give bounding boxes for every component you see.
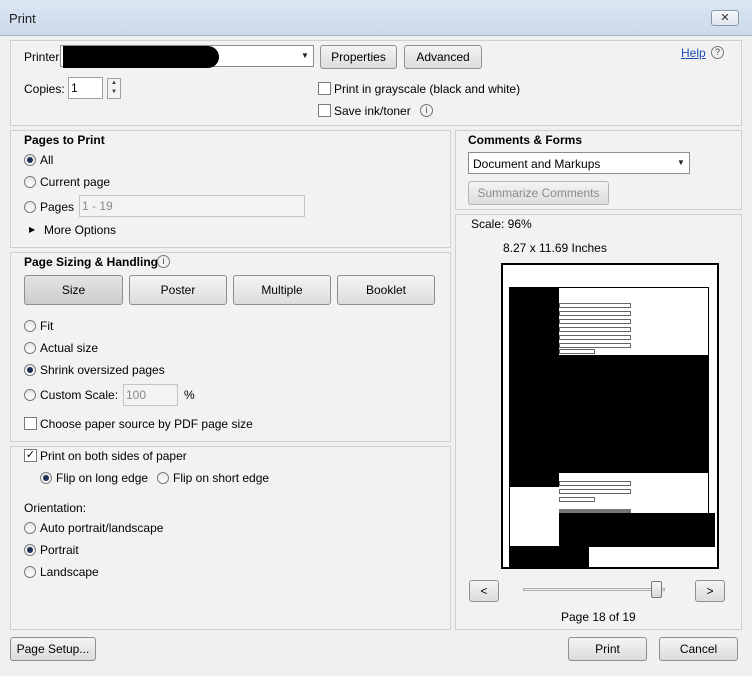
- save-ink-label: Save ink/toner: [334, 104, 411, 118]
- window-title: Print: [9, 11, 36, 26]
- actual-size-radio[interactable]: [24, 342, 36, 354]
- tab-poster[interactable]: Poster: [129, 275, 227, 305]
- grayscale-checkbox[interactable]: [318, 82, 331, 95]
- orientation-title: Orientation:: [24, 501, 87, 515]
- paper-source-checkbox[interactable]: [24, 417, 37, 430]
- portrait-radio[interactable]: [24, 544, 36, 556]
- print-button[interactable]: Print: [568, 637, 647, 661]
- duplex-checkbox[interactable]: ✓: [24, 449, 37, 462]
- prev-page-button[interactable]: <: [469, 580, 499, 602]
- current-page-radio[interactable]: [24, 176, 36, 188]
- tab-size[interactable]: Size: [24, 275, 123, 305]
- sizing-title: Page Sizing & Handling: [24, 255, 159, 269]
- summarize-comments-button[interactable]: Summarize Comments: [468, 181, 609, 205]
- printer-select[interactable]: ▼: [60, 45, 314, 68]
- help-icon[interactable]: ?: [711, 46, 724, 59]
- pages-range-input[interactable]: 1 - 19: [79, 195, 305, 217]
- pages-title: Pages to Print: [24, 133, 105, 147]
- auto-orientation-label: Auto portrait/landscape: [40, 521, 164, 535]
- chevron-down-icon[interactable]: ▼: [673, 153, 689, 173]
- properties-button[interactable]: Properties: [320, 45, 397, 69]
- comments-title: Comments & Forms: [468, 133, 583, 147]
- help-link[interactable]: Help: [681, 46, 706, 60]
- flip-long-label: Flip on long edge: [56, 471, 149, 485]
- page-setup-button[interactable]: Page Setup...: [10, 637, 96, 661]
- chevron-down-icon[interactable]: ▼: [297, 46, 313, 66]
- zoom-slider-track[interactable]: [523, 588, 665, 591]
- pages-label: Pages: [40, 200, 75, 214]
- actual-size-label: Actual size: [40, 341, 99, 355]
- custom-scale-radio[interactable]: [24, 389, 36, 401]
- redaction: [63, 46, 219, 68]
- flip-short-radio[interactable]: [157, 472, 169, 484]
- custom-scale-label: Custom Scale:: [40, 388, 119, 402]
- zoom-slider-thumb[interactable]: [650, 581, 662, 598]
- tab-multiple[interactable]: Multiple: [233, 275, 331, 305]
- paper-source-label: Choose paper source by PDF page size: [40, 417, 253, 431]
- expand-arrow-icon[interactable]: ▶: [29, 225, 35, 234]
- more-options-label[interactable]: More Options: [44, 223, 116, 237]
- advanced-button[interactable]: Advanced: [404, 45, 482, 69]
- comments-select[interactable]: Document and Markups ▼: [468, 152, 690, 174]
- cancel-button[interactable]: Cancel: [659, 637, 738, 661]
- current-page-label: Current page: [40, 175, 111, 189]
- shrink-radio[interactable]: [24, 364, 36, 376]
- duplex-label: Print on both sides of paper: [40, 449, 187, 463]
- shrink-label: Shrink oversized pages: [40, 363, 165, 377]
- info-icon[interactable]: i: [157, 255, 170, 268]
- next-page-button[interactable]: >: [695, 580, 725, 602]
- fit-label: Fit: [40, 319, 54, 333]
- title-bar: Print ✕: [0, 0, 752, 36]
- page-preview: [501, 263, 719, 569]
- portrait-label: Portrait: [40, 543, 79, 557]
- page-counter: Page 18 of 19: [561, 610, 636, 624]
- fit-radio[interactable]: [24, 320, 36, 332]
- all-label: All: [40, 153, 54, 167]
- scale-label: Scale: 96%: [471, 217, 532, 231]
- landscape-label: Landscape: [40, 565, 99, 579]
- percent-label: %: [184, 388, 195, 402]
- auto-orientation-radio[interactable]: [24, 522, 36, 534]
- custom-scale-input[interactable]: 100: [123, 384, 178, 406]
- close-button[interactable]: ✕: [711, 10, 739, 26]
- copies-stepper[interactable]: ▲ ▼: [107, 78, 121, 99]
- tab-booklet[interactable]: Booklet: [337, 275, 435, 305]
- grayscale-label: Print in grayscale (black and white): [334, 82, 521, 96]
- printer-label: Printer:: [24, 50, 63, 64]
- paper-size-label: 8.27 x 11.69 Inches: [503, 241, 607, 255]
- flip-short-label: Flip on short edge: [173, 471, 270, 485]
- copies-input[interactable]: 1: [68, 77, 103, 99]
- flip-long-radio[interactable]: [40, 472, 52, 484]
- all-radio[interactable]: [24, 154, 36, 166]
- info-icon[interactable]: i: [420, 104, 433, 117]
- copies-label: Copies:: [24, 82, 65, 96]
- pages-radio[interactable]: [24, 201, 36, 213]
- save-ink-checkbox[interactable]: [318, 104, 331, 117]
- comments-value: Document and Markups: [473, 157, 601, 171]
- landscape-radio[interactable]: [24, 566, 36, 578]
